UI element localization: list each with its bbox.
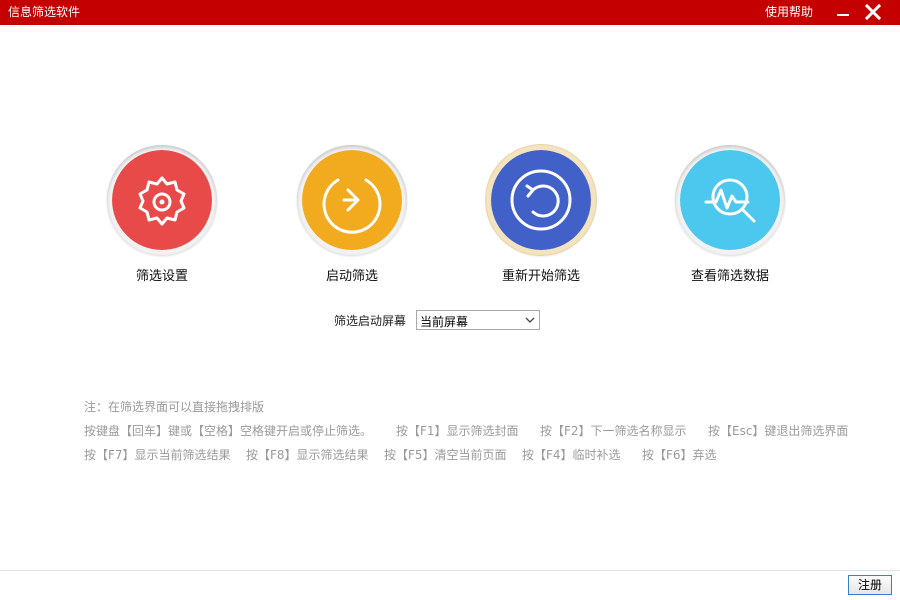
restart-filter-button[interactable]: 重新开始筛选 [471, 145, 611, 295]
close-icon [864, 3, 882, 21]
action-label: 启动筛选 [325, 269, 378, 284]
chevron-down-icon [525, 317, 535, 323]
start-filter-button[interactable]: 启动筛选 [282, 145, 422, 295]
note-text: 按【F7】显示当前筛选结果 [84, 448, 231, 462]
view-filter-data-button[interactable]: 查看筛选数据 [660, 145, 800, 295]
note-text: 按【Esc】键退出筛选界面 [708, 424, 849, 438]
note-text: 按【F6】弃选 [642, 448, 717, 462]
close-button[interactable] [864, 3, 882, 21]
help-link[interactable]: 使用帮助 [765, 5, 813, 20]
footer-divider [0, 570, 900, 571]
title-bar: 信息筛选软件 使用帮助 [0, 0, 900, 25]
note-text: 注：在筛选界面可以直接拖拽排版 [84, 400, 265, 414]
action-panel: 筛选设置 启动筛选 重新开始筛选 查看筛选数据 [0, 145, 900, 295]
minimize-button[interactable] [834, 3, 852, 21]
gear-icon [112, 150, 212, 250]
chart-search-icon [680, 150, 780, 250]
note-text: 按【F1】显示筛选封面 [396, 424, 519, 438]
start-screen-value: 当前屏幕 [420, 315, 469, 329]
note-text: 按【F5】清空当前页面 [384, 448, 507, 462]
start-screen-label: 筛选启动屏幕 [334, 314, 407, 328]
restart-icon [491, 150, 591, 250]
register-button[interactable]: 注册 [848, 575, 892, 595]
start-screen-row: 筛选启动屏幕 当前屏幕 [0, 309, 900, 331]
action-label: 重新开始筛选 [501, 269, 580, 284]
action-label: 筛选设置 [135, 269, 188, 284]
note-text: 按【F2】下一筛选名称显示 [540, 424, 687, 438]
action-label: 查看筛选数据 [690, 269, 769, 284]
start-screen-select[interactable]: 当前屏幕 [416, 310, 540, 330]
filter-settings-button[interactable]: 筛选设置 [92, 145, 232, 295]
play-arrow-icon [302, 150, 402, 250]
note-text: 按键盘【回车】键或【空格】空格键开启或停止筛选。 [84, 424, 373, 438]
app-title: 信息筛选软件 [8, 5, 81, 19]
note-text: 按【F8】显示筛选结果 [246, 448, 369, 462]
note-text: 按【F4】临时补选 [522, 448, 621, 462]
